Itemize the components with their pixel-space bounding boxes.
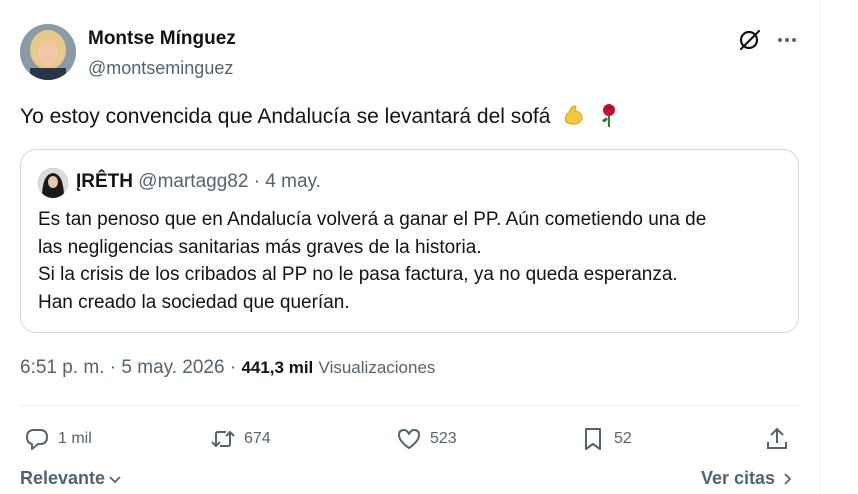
chevron-right-icon: [784, 472, 792, 485]
quoted-avatar-photo: [38, 168, 68, 198]
divider: [20, 405, 800, 406]
quoted-line: Han creado la sociedad que querían.: [38, 291, 350, 313]
replies-toolbar: Relevante Ver citas: [20, 468, 800, 494]
flexed-biceps-icon: [560, 102, 586, 128]
meta-separator: ·: [109, 357, 117, 378]
meta-separator: ·: [229, 357, 237, 378]
like-button[interactable]: 523: [396, 422, 457, 456]
tweet-text-content: Yo estoy convencida que Andalucía se lev…: [20, 105, 551, 128]
action-bar: 1 mil 674 523 52: [20, 422, 800, 456]
rose-icon: [596, 102, 622, 128]
views-count: 441,3 mil: [241, 358, 314, 377]
like-count: 523: [430, 430, 457, 447]
tweet-date[interactable]: 5 may. 2026: [121, 357, 224, 378]
tweet-text: Yo estoy convencida que Andalucía se lev…: [20, 102, 622, 131]
quoted-header: ĮRÊTH @martagg82 · 4 may.: [76, 171, 321, 193]
quoted-text: Es tan penoso que en Andalucía volverá a…: [38, 206, 788, 316]
heart-icon: [398, 429, 420, 449]
reply-count: 1 mil: [58, 430, 92, 447]
reply-button[interactable]: 1 mil: [24, 422, 92, 456]
tweet-header: Montse Mínguez @montseminguez: [20, 24, 800, 82]
quoted-tweet[interactable]: ĮRÊTH @martagg82 · 4 may. Es tan penoso …: [20, 149, 799, 333]
quoted-date[interactable]: 4 may.: [265, 171, 321, 192]
quoted-line: Es tan penoso que en Andalucía volverá a…: [38, 209, 707, 230]
column-divider: [820, 0, 821, 494]
view-quotes-label: Ver citas: [700, 468, 775, 488]
share-button[interactable]: [764, 422, 798, 456]
tweet-metadata: 6:51 p. m. · 5 may. 2026 · 441,3 mil Vis…: [20, 357, 435, 379]
views-label: Visualizaciones: [318, 358, 436, 377]
sort-dropdown[interactable]: Relevante: [20, 468, 123, 489]
avatar-photo: [20, 24, 76, 80]
quoted-author-avatar[interactable]: [38, 168, 68, 198]
reply-icon: [26, 429, 48, 450]
grok-icon[interactable]: [737, 27, 763, 53]
tweet-time[interactable]: 6:51 p. m.: [20, 357, 105, 378]
chevron-down-icon: [109, 475, 121, 483]
repost-icon: [211, 430, 235, 448]
view-quotes-link[interactable]: Ver citas: [701, 468, 795, 489]
bookmark-count: 52: [614, 430, 632, 447]
sort-label: Relevante: [20, 468, 106, 488]
author-name[interactable]: Montse Mínguez: [88, 28, 236, 50]
bookmark-button[interactable]: 52: [580, 422, 632, 456]
author-handle[interactable]: @montseminguez: [88, 58, 233, 79]
author-avatar[interactable]: [20, 24, 76, 80]
share-icon: [767, 427, 787, 449]
repost-button[interactable]: 674: [210, 422, 271, 456]
quoted-line: Si la crisis de los cribados al PP no le…: [38, 264, 678, 285]
more-options-icon[interactable]: [774, 27, 800, 53]
repost-count: 674: [244, 430, 271, 447]
quoted-line: las negligencias sanitarias más graves d…: [38, 236, 482, 258]
quoted-separator: ·: [253, 171, 261, 192]
quoted-author-name[interactable]: ĮRÊTH: [76, 171, 133, 192]
bookmark-icon: [585, 428, 601, 450]
quoted-author-handle[interactable]: @martagg82: [138, 171, 248, 192]
